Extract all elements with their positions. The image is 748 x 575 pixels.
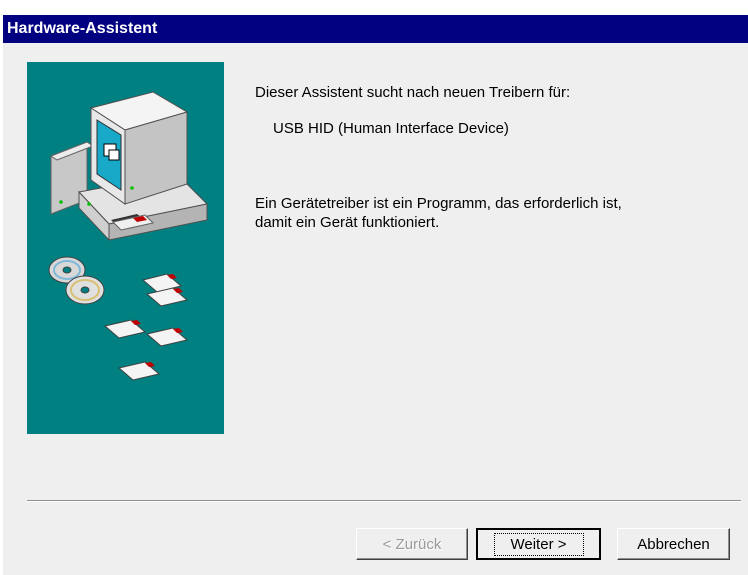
driver-description: Ein Gerätetreiber ist ein Programm, das … xyxy=(255,194,622,232)
intro-text: Dieser Assistent sucht nach neuen Treibe… xyxy=(255,84,571,101)
cd-icon xyxy=(48,256,105,305)
computer-icon xyxy=(49,91,209,242)
device-name: USB HID (Human Interface Device) xyxy=(273,120,509,137)
separator xyxy=(27,500,741,502)
next-button[interactable]: Weiter > xyxy=(476,528,601,560)
hardware-wizard-dialog: Hardware-Assistent Dieser Assistent such… xyxy=(3,15,748,575)
cancel-button[interactable]: Abbrechen xyxy=(617,528,730,560)
back-button[interactable]: < Zurück xyxy=(356,528,468,560)
next-button-label: Weiter > xyxy=(493,532,584,556)
description-line-1: Ein Gerätetreiber ist ein Programm, das … xyxy=(255,195,622,212)
wizard-illustration xyxy=(27,62,224,434)
description-line-2: damit ein Gerät funktioniert. xyxy=(255,214,440,231)
window-title: Hardware-Assistent xyxy=(3,15,748,43)
